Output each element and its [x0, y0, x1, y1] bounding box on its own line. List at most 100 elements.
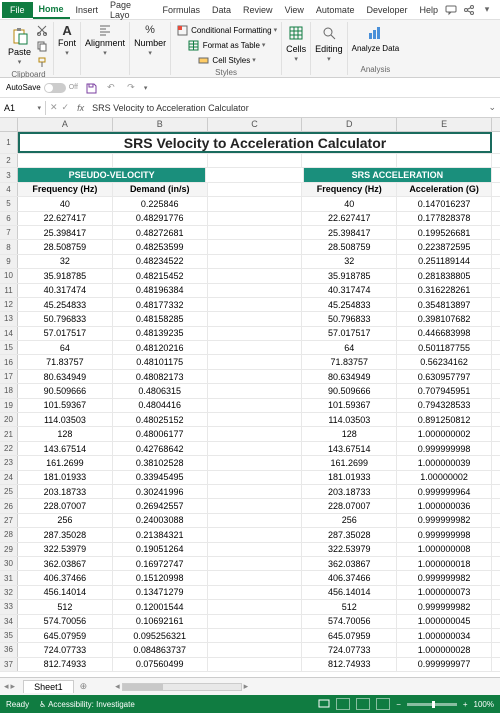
cell[interactable]: 0.48139235: [113, 327, 208, 340]
cell[interactable]: 1.000000002: [397, 427, 492, 440]
cell[interactable]: [208, 284, 303, 297]
row-header[interactable]: 4: [0, 183, 18, 196]
cell[interactable]: 645.07959: [18, 629, 113, 642]
row-header[interactable]: 17: [0, 370, 18, 383]
menu-formulas[interactable]: Formulas: [157, 2, 207, 18]
cell[interactable]: SRS ACCELERATION: [304, 168, 492, 181]
cell[interactable]: 0.38102528: [113, 456, 208, 469]
cell[interactable]: 71.83757: [302, 355, 397, 368]
cell[interactable]: 0.48158285: [113, 312, 208, 325]
row-header[interactable]: 37: [0, 658, 18, 671]
cell[interactable]: 32: [18, 255, 113, 268]
cell[interactable]: 0.223872595: [397, 240, 492, 253]
cell[interactable]: [208, 658, 303, 671]
row-header[interactable]: 3: [0, 168, 18, 181]
cell[interactable]: [208, 327, 303, 340]
cell[interactable]: 228.07007: [18, 499, 113, 512]
cell[interactable]: 181.01933: [18, 471, 113, 484]
menu-insert[interactable]: Insert: [70, 2, 105, 18]
row-header[interactable]: 25: [0, 485, 18, 498]
cell[interactable]: 40: [302, 197, 397, 210]
cell[interactable]: 322.53979: [18, 543, 113, 556]
cell[interactable]: 0.48196384: [113, 284, 208, 297]
cell[interactable]: 0.42768642: [113, 442, 208, 455]
sheet-tab-sheet1[interactable]: Sheet1: [23, 680, 74, 693]
cell[interactable]: 0.354813897: [397, 298, 492, 311]
row-header[interactable]: 24: [0, 471, 18, 484]
cell[interactable]: 1.000000045: [397, 615, 492, 628]
select-all-corner[interactable]: [0, 118, 18, 131]
cell[interactable]: [208, 543, 303, 556]
col-header-a[interactable]: A: [18, 118, 113, 131]
cell[interactable]: [208, 197, 303, 210]
cell[interactable]: 22.627417: [302, 212, 397, 225]
cell[interactable]: 161.2699: [302, 456, 397, 469]
cell[interactable]: [208, 312, 303, 325]
cell-styles-button[interactable]: Cell Styles▾: [196, 53, 255, 67]
row-header[interactable]: 27: [0, 514, 18, 527]
row-header[interactable]: 14: [0, 327, 18, 340]
cell[interactable]: 0.15120998: [113, 571, 208, 584]
cell[interactable]: 0.446683998: [397, 327, 492, 340]
cell[interactable]: 128: [18, 427, 113, 440]
cell[interactable]: 0.48006177: [113, 427, 208, 440]
cancel-formula-icon[interactable]: ✕: [50, 102, 58, 113]
cell[interactable]: [208, 456, 303, 469]
row-header[interactable]: 6: [0, 212, 18, 225]
cell[interactable]: 0.999999982: [397, 514, 492, 527]
cell[interactable]: 40.317474: [18, 284, 113, 297]
cell[interactable]: [208, 341, 303, 354]
cell[interactable]: 0.999999998: [397, 442, 492, 455]
row-header[interactable]: 33: [0, 600, 18, 613]
cell[interactable]: 512: [18, 600, 113, 613]
row-header[interactable]: 26: [0, 499, 18, 512]
cell[interactable]: 0.16972747: [113, 557, 208, 570]
cell[interactable]: 0.199526681: [397, 226, 492, 239]
cell[interactable]: 35.918785: [18, 269, 113, 282]
cell[interactable]: 0.084863737: [113, 643, 208, 656]
cell[interactable]: Demand (in/s): [113, 183, 208, 196]
cell[interactable]: 0.225846: [113, 197, 208, 210]
comments-icon[interactable]: [444, 3, 458, 17]
cell[interactable]: 1.000000008: [397, 543, 492, 556]
row-header[interactable]: 16: [0, 355, 18, 368]
cell[interactable]: 574.70056: [18, 615, 113, 628]
add-sheet-button[interactable]: ⊕: [74, 681, 94, 692]
cell[interactable]: [18, 154, 113, 167]
row-header[interactable]: 8: [0, 240, 18, 253]
name-box[interactable]: A1 ▾: [0, 101, 46, 115]
row-header[interactable]: 11: [0, 284, 18, 297]
tab-prev-icon[interactable]: ◂: [4, 681, 9, 692]
page-layout-view-button[interactable]: [356, 698, 370, 710]
cell[interactable]: 0.56234162: [397, 355, 492, 368]
row-header[interactable]: 5: [0, 197, 18, 210]
cell[interactable]: [208, 226, 303, 239]
cell[interactable]: [208, 514, 303, 527]
cell[interactable]: [208, 384, 303, 397]
cell[interactable]: 0.501187755: [397, 341, 492, 354]
cell[interactable]: [208, 212, 303, 225]
accessibility-status[interactable]: ♿︎ Accessibility: Investigate: [39, 700, 135, 709]
cell[interactable]: 0.999999977: [397, 658, 492, 671]
col-header-e[interactable]: E: [397, 118, 492, 131]
cell[interactable]: [208, 499, 303, 512]
cell[interactable]: 1.000000028: [397, 643, 492, 656]
page-break-view-button[interactable]: [376, 698, 390, 710]
cell[interactable]: 90.509666: [18, 384, 113, 397]
cell[interactable]: 1.000000018: [397, 557, 492, 570]
sheet-title[interactable]: SRS Velocity to Acceleration Calculator: [18, 132, 492, 153]
font-button[interactable]: A Font ▾: [58, 23, 76, 64]
format-painter-icon[interactable]: [35, 55, 49, 69]
zoom-level[interactable]: 100%: [474, 700, 494, 709]
cell[interactable]: [208, 355, 303, 368]
cell[interactable]: 0.48101175: [113, 355, 208, 368]
cell[interactable]: 812.74933: [18, 658, 113, 671]
enter-formula-icon[interactable]: ✓: [62, 102, 70, 113]
spreadsheet-grid[interactable]: A B C D E 1SRS Velocity to Acceleration …: [0, 118, 500, 677]
cell[interactable]: 0.30241996: [113, 485, 208, 498]
cell[interactable]: [208, 485, 303, 498]
row-header[interactable]: 2: [0, 154, 18, 167]
cell[interactable]: 456.14014: [18, 586, 113, 599]
cell[interactable]: 161.2699: [18, 456, 113, 469]
cell[interactable]: 181.01933: [302, 471, 397, 484]
